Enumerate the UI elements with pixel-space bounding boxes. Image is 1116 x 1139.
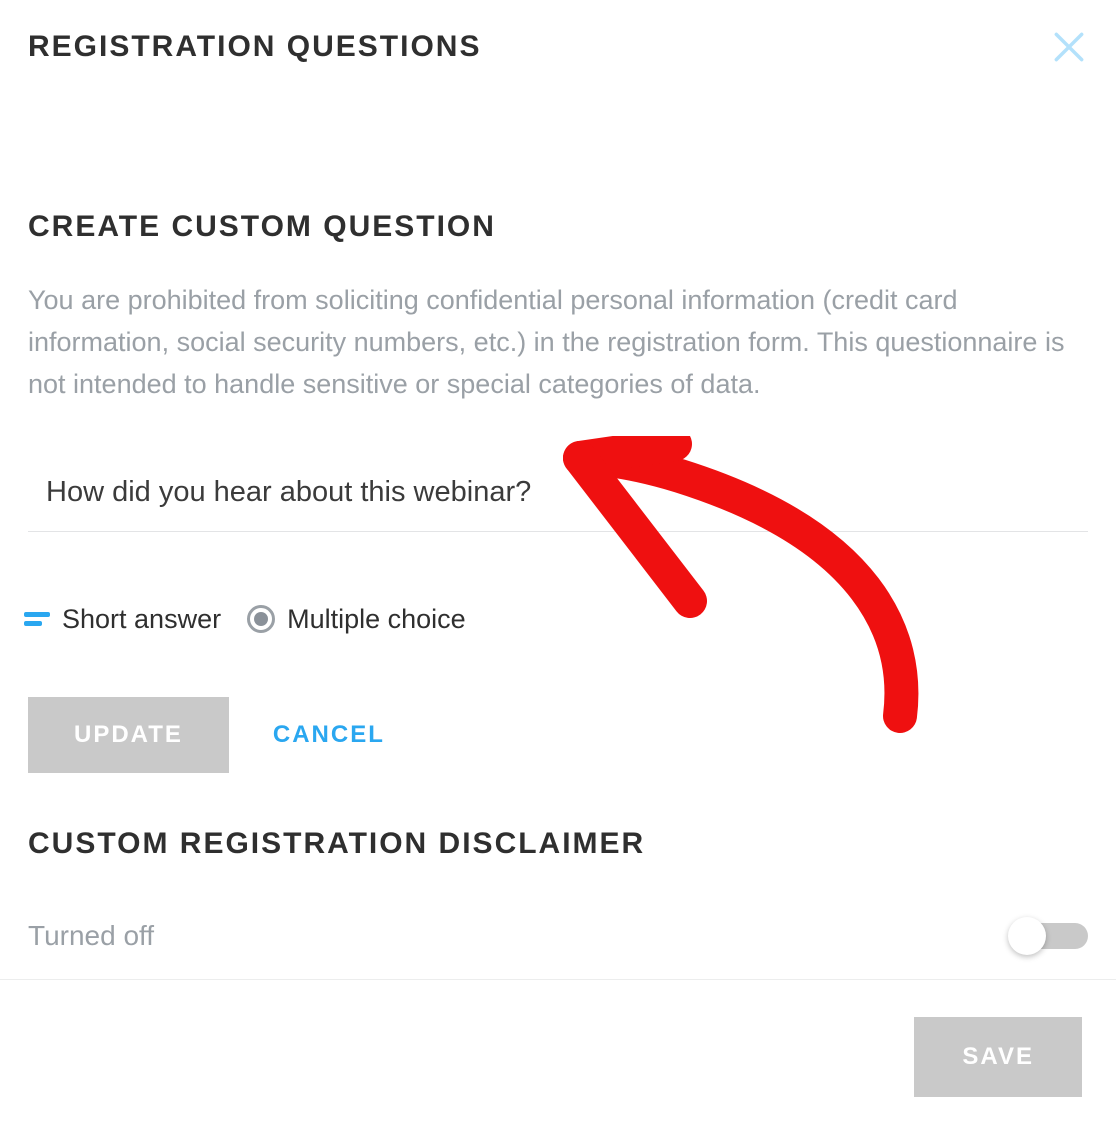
disclaimer-toggle[interactable] [1008,917,1088,955]
disclaimer-title: CUSTOM REGISTRATION DISCLAIMER [28,827,1088,861]
section-title: CREATE CUSTOM QUESTION [28,210,1088,244]
question-button-row: UPDATE CANCEL [28,697,1088,773]
short-answer-option[interactable]: Short answer [28,604,221,635]
dialog-title: REGISTRATION QUESTIONS [28,30,481,64]
update-button[interactable]: UPDATE [28,697,229,773]
save-button[interactable]: SAVE [914,1017,1082,1097]
question-input[interactable] [28,468,1088,532]
create-question-section: CREATE CUSTOM QUESTION You are prohibite… [28,210,1088,773]
answer-type-row: Short answer Multiple choice [28,604,1088,635]
cancel-button[interactable]: CANCEL [273,721,385,749]
short-answer-label: Short answer [62,604,221,635]
disclaimer-section: CUSTOM REGISTRATION DISCLAIMER Turned of… [28,827,1088,955]
multiple-choice-label: Multiple choice [287,604,466,635]
dialog-footer: SAVE [0,979,1116,1139]
radio-icon [247,605,275,633]
short-answer-icon [24,610,50,628]
close-button[interactable] [1046,24,1092,70]
disclaimer-status: Turned off [28,920,154,952]
toggle-knob [1008,917,1046,955]
registration-questions-dialog: REGISTRATION QUESTIONS CREATE CUSTOM QUE… [0,0,1116,980]
section-description: You are prohibited from soliciting confi… [28,280,1088,406]
disclaimer-row: Turned off [28,917,1088,955]
dialog-header: REGISTRATION QUESTIONS [28,30,1088,70]
multiple-choice-option[interactable]: Multiple choice [247,604,466,635]
close-icon [1050,28,1088,66]
